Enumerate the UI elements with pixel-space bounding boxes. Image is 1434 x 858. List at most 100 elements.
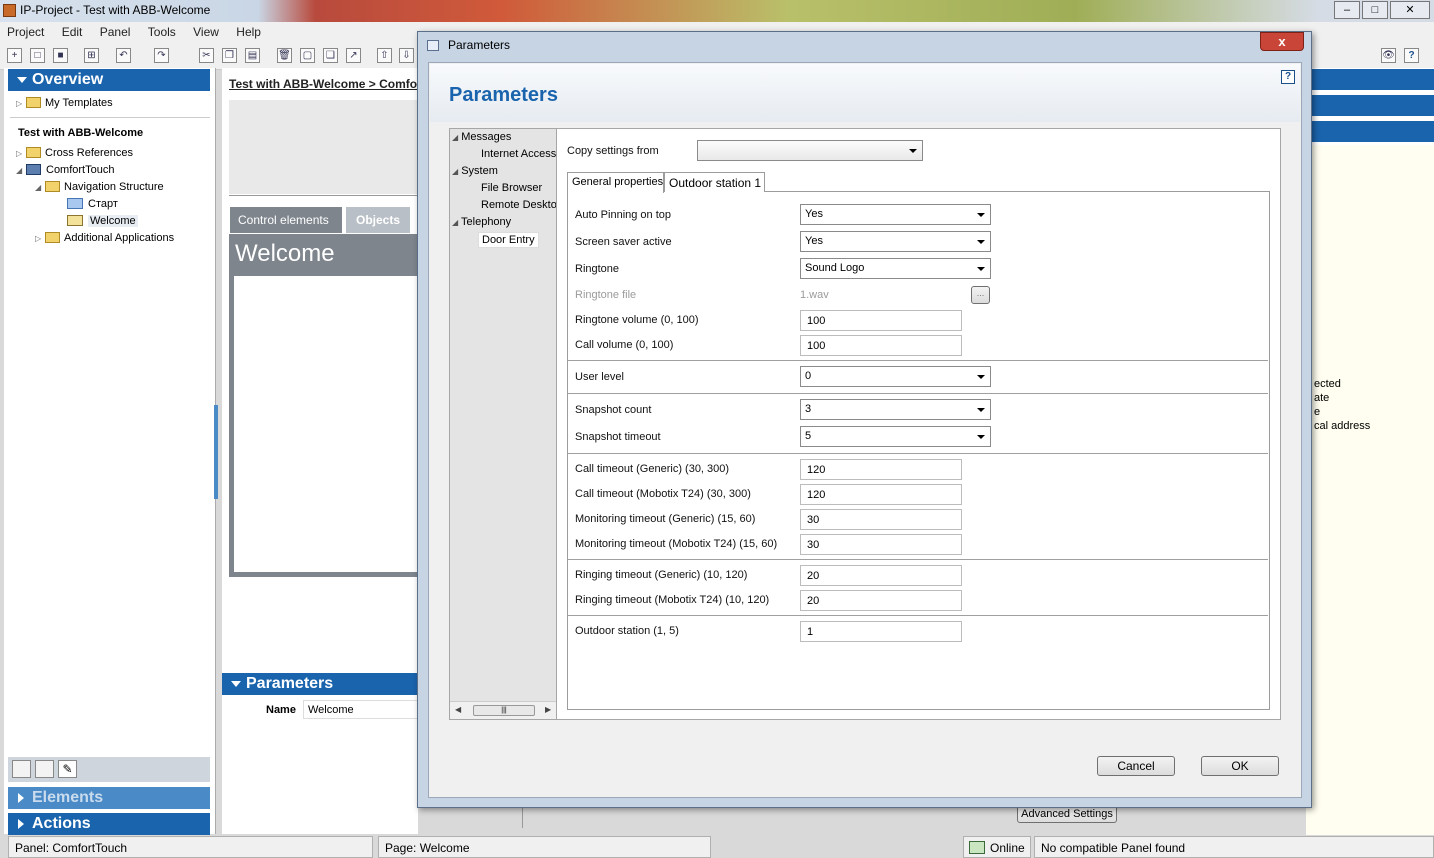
close-window-button[interactable]: ✕: [1390, 1, 1430, 19]
ok-button[interactable]: OK: [1201, 756, 1279, 776]
delete-icon[interactable]: 🗑: [277, 48, 292, 63]
tree-comforttouch[interactable]: ◢ ComfortTouch: [16, 164, 114, 176]
parameters-header[interactable]: Parameters: [222, 673, 418, 695]
breadcrumb[interactable]: Test with ABB-Welcome > Comfo: [229, 77, 419, 91]
nav-horizontal-scrollbar[interactable]: ◀ ||| ▶: [450, 701, 556, 719]
separator: [568, 453, 1268, 454]
collapse-icon[interactable]: ◢: [35, 183, 45, 192]
menu-help[interactable]: Help: [229, 22, 268, 39]
maximize-button[interactable]: □: [1362, 1, 1388, 19]
call-timeout-mobotix-input[interactable]: 120: [800, 484, 962, 505]
monitoring-generic-input[interactable]: 30: [800, 509, 962, 530]
structure-icon[interactable]: ⊞: [84, 48, 99, 63]
menu-project[interactable]: Project: [0, 22, 51, 39]
scroll-right-icon[interactable]: ▶: [545, 705, 551, 714]
new-icon[interactable]: +: [7, 48, 22, 63]
help-icon[interactable]: ?: [1404, 48, 1419, 63]
expand-icon[interactable]: ▷: [16, 99, 26, 108]
tab-outdoor-station-1[interactable]: Outdoor station 1: [664, 172, 765, 192]
dialog-help-icon[interactable]: ?: [1281, 70, 1295, 84]
ringing-mobotix-input[interactable]: 20: [800, 590, 962, 611]
tree-navigation-structure[interactable]: ◢ Navigation Structure: [35, 181, 164, 193]
ringtone-dropdown[interactable]: Sound Logo: [800, 258, 991, 279]
page-canvas[interactable]: [234, 276, 419, 572]
undo-icon[interactable]: ↶: [116, 48, 131, 63]
copy-settings-label: Copy settings from: [567, 145, 659, 157]
snapshot-count-dropdown[interactable]: 3: [800, 399, 991, 420]
ringtone-volume-input[interactable]: 100: [800, 310, 962, 331]
tab-general-properties[interactable]: General properties: [567, 172, 664, 193]
tree-page-start[interactable]: Старт: [67, 198, 118, 210]
overview-header[interactable]: Overview: [8, 69, 210, 91]
screensaver-dropdown[interactable]: Yes: [800, 231, 991, 252]
preview-icon[interactable]: 👁: [1381, 48, 1396, 63]
tree-view-icon[interactable]: [12, 760, 31, 778]
redo-icon[interactable]: ↷: [154, 48, 169, 63]
splitter-handle[interactable]: [214, 405, 218, 499]
elements-header[interactable]: Elements: [8, 787, 210, 809]
move-icon[interactable]: ↗: [346, 48, 361, 63]
right-header-3[interactable]: [1306, 121, 1434, 142]
scroll-left-icon[interactable]: ◀: [455, 705, 461, 714]
cut-icon[interactable]: ✂: [199, 48, 214, 63]
edit-pencil-icon[interactable]: ✎: [58, 760, 77, 778]
page-icon: [67, 215, 83, 226]
right-header-1[interactable]: [1306, 69, 1434, 90]
list-view-icon[interactable]: [35, 760, 54, 778]
monitoring-mobotix-input[interactable]: 30: [800, 534, 962, 555]
user-level-dropdown[interactable]: 0: [800, 366, 991, 387]
menu-edit[interactable]: Edit: [55, 22, 90, 39]
status-panel: Panel: ComfortTouch: [8, 836, 373, 858]
expand-icon[interactable]: ▷: [35, 234, 45, 243]
tab-control-elements[interactable]: Control elements: [230, 207, 342, 233]
add-page-icon[interactable]: ▢: [300, 48, 315, 63]
nav-remote-desktop[interactable]: Remote Desktop: [481, 199, 556, 211]
menu-panel[interactable]: Panel: [93, 22, 138, 39]
separator: [568, 360, 1268, 361]
nav-internet-access[interactable]: Internet Access: [481, 148, 556, 160]
minimize-button[interactable]: –: [1334, 1, 1360, 19]
nav-door-entry[interactable]: Door Entry: [478, 232, 539, 248]
upload-icon[interactable]: ⇧: [377, 48, 392, 63]
collapse-icon[interactable]: ◢: [16, 166, 26, 175]
nav-file-browser[interactable]: File Browser: [481, 182, 542, 194]
call-timeout-mobotix-label: Call timeout (Mobotix T24) (30, 300): [575, 488, 751, 500]
ringtone-volume-label: Ringtone volume (0, 100): [575, 314, 699, 326]
ringtone-browse-button[interactable]: ...: [971, 286, 990, 304]
tab-objects[interactable]: Objects: [346, 207, 410, 233]
right-text-3: e: [1314, 406, 1321, 418]
actions-header[interactable]: Actions: [8, 813, 210, 835]
scroll-thumb[interactable]: |||: [473, 705, 535, 716]
page-preview: Welcome: [229, 234, 419, 577]
call-volume-input[interactable]: 100: [800, 335, 962, 356]
expand-icon[interactable]: ▷: [16, 149, 26, 158]
menu-tools[interactable]: Tools: [141, 22, 183, 39]
cancel-button[interactable]: Cancel: [1097, 756, 1175, 776]
separator: [568, 393, 1268, 394]
ringing-generic-input[interactable]: 20: [800, 565, 962, 586]
call-timeout-generic-input[interactable]: 120: [800, 459, 962, 480]
copy-settings-dropdown[interactable]: [697, 140, 923, 161]
paste-icon[interactable]: ▤: [245, 48, 260, 63]
tree-my-templates[interactable]: ▷ My Templates: [16, 97, 113, 109]
menu-view[interactable]: View: [186, 22, 226, 39]
outdoor-station-input[interactable]: 1: [800, 621, 962, 642]
nav-messages[interactable]: ◢ Messages: [452, 131, 511, 143]
right-header-2[interactable]: [1306, 95, 1434, 116]
snapshot-timeout-dropdown[interactable]: 5: [800, 426, 991, 447]
name-field[interactable]: Welcome: [303, 700, 418, 719]
download-icon[interactable]: ⇩: [399, 48, 414, 63]
status-page: Page: Welcome: [378, 836, 711, 858]
dialog-close-button[interactable]: x: [1260, 32, 1304, 51]
tree-cross-references[interactable]: ▷ Cross References: [16, 147, 133, 159]
tree-page-welcome[interactable]: Welcome: [67, 215, 138, 227]
page-icon: [67, 198, 83, 209]
save-icon[interactable]: ■: [53, 48, 68, 63]
nav-telephony[interactable]: ◢ Telephony: [452, 216, 511, 228]
tree-additional-applications[interactable]: ▷ Additional Applications: [35, 232, 174, 244]
copy-icon[interactable]: ❐: [222, 48, 237, 63]
nav-system[interactable]: ◢ System: [452, 165, 498, 177]
auto-pinning-dropdown[interactable]: Yes: [800, 204, 991, 225]
duplicate-icon[interactable]: ❑: [323, 48, 338, 63]
open-folder-icon[interactable]: □: [30, 48, 45, 63]
